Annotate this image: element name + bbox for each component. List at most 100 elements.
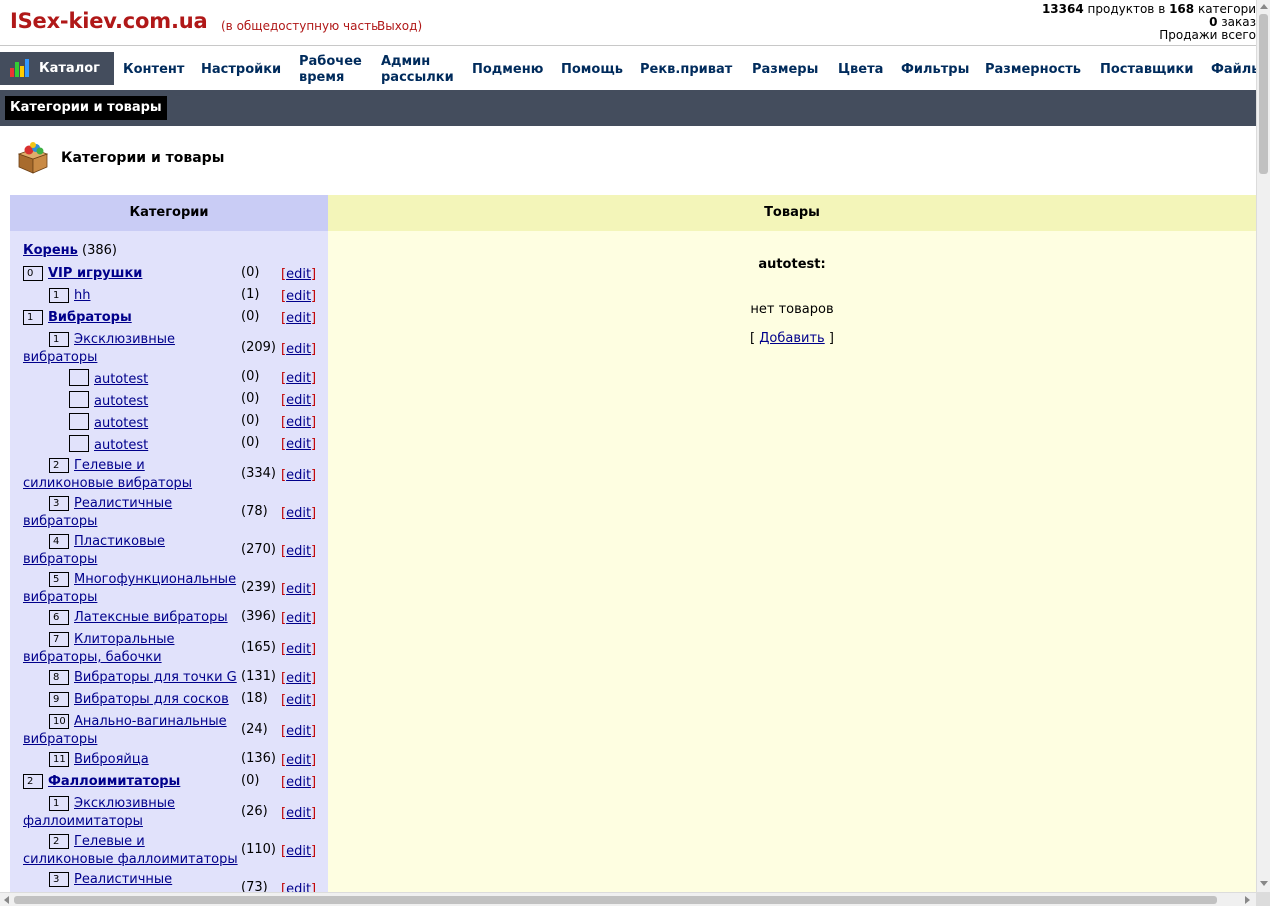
category-edit-link[interactable]: edit (286, 289, 311, 304)
category-link[interactable]: Фаллоимитаторы (48, 774, 180, 789)
category-count: (0) (241, 435, 260, 450)
category-edit-link[interactable]: edit (286, 415, 311, 430)
category-order-box[interactable]: 2 (23, 774, 43, 789)
vertical-scrollbar[interactable] (1256, 0, 1270, 892)
category-link[interactable]: autotest (94, 416, 148, 431)
tab-categories-and-products[interactable]: Категории и товары (5, 96, 167, 120)
category-order-box[interactable]: 2 (49, 458, 69, 473)
category-name-cell: autotest (23, 369, 239, 389)
menu-item-settings[interactable]: Настройки (201, 53, 281, 87)
category-edit-link[interactable]: edit (286, 724, 311, 739)
menu-item-work-time[interactable]: Рабочее время (299, 53, 371, 87)
menu-item-catalog[interactable]: Каталог (0, 52, 114, 85)
category-order-box[interactable]: 4 (49, 534, 69, 549)
category-link[interactable]: Клиторальные вибраторы, бабочки (23, 632, 174, 665)
menu-item-dimension[interactable]: Размерность (985, 53, 1081, 87)
category-link[interactable]: Вибраторы для точки G (74, 670, 237, 685)
category-edit-link[interactable]: edit (286, 437, 311, 452)
menu-item-privat-details[interactable]: Рекв.приват (640, 53, 732, 87)
category-link[interactable]: Реалистичные (74, 872, 172, 887)
category-edit-link[interactable]: edit (286, 267, 311, 282)
category-order-box[interactable]: 7 (49, 632, 69, 647)
category-order-box[interactable] (69, 369, 89, 386)
categories-count: 168 (1169, 3, 1195, 16)
category-link[interactable]: autotest (94, 438, 148, 453)
add-product-link[interactable]: Добавить (759, 331, 824, 346)
category-count: (0) (241, 391, 260, 406)
category-order-box[interactable]: 1 (23, 310, 43, 325)
category-edit-link[interactable]: edit (286, 671, 311, 686)
menu-item-files[interactable]: Файлы (1211, 53, 1256, 87)
category-link[interactable]: autotest (94, 394, 148, 409)
category-link[interactable]: Реалистичные вибраторы (23, 496, 172, 529)
category-order-box[interactable]: 10 (49, 714, 69, 729)
menu-item-help[interactable]: Помощь (561, 53, 623, 87)
category-edit-link[interactable]: edit (286, 611, 311, 626)
category-order-box[interactable]: 9 (49, 692, 69, 707)
category-edit-link[interactable]: edit (286, 371, 311, 386)
category-link[interactable]: Вибраторы (48, 310, 132, 325)
category-link[interactable]: Латексные вибраторы (74, 610, 228, 625)
category-name-cell: 8 Вибраторы для точки G (23, 669, 239, 687)
category-link[interactable]: hh (74, 288, 90, 303)
category-edit-link[interactable]: edit (286, 393, 311, 408)
category-row: 6 Латексные вибраторы (396) [edit] (23, 609, 323, 627)
scroll-left-arrow-icon[interactable] (4, 896, 9, 904)
category-order-box[interactable]: 3 (49, 872, 69, 887)
category-link[interactable]: Эксклюзивные фаллоимитаторы (23, 796, 175, 829)
category-order-box[interactable]: 6 (49, 610, 69, 625)
logout-link[interactable]: Выход) (377, 19, 422, 33)
public-site-link[interactable]: (в общедоступную часть (221, 19, 378, 33)
category-edit-link[interactable]: edit (286, 882, 311, 892)
menu-item-submenu[interactable]: Подменю (472, 53, 543, 87)
menu-item-filters[interactable]: Фильтры (901, 53, 969, 87)
category-link[interactable]: Виброяйца (74, 752, 149, 767)
category-edit-link[interactable]: edit (286, 642, 311, 657)
category-link[interactable]: Эксклюзивные вибраторы (23, 332, 175, 365)
category-order-box[interactable]: 1 (49, 796, 69, 811)
category-name-cell: 3 Реалистичные вибраторы (23, 495, 239, 531)
add-bracket-open: [ (750, 331, 760, 346)
category-order-box[interactable]: 0 (23, 266, 43, 281)
menu-item-sizes[interactable]: Размеры (752, 53, 818, 87)
category-edit-link[interactable]: edit (286, 806, 311, 821)
category-edit-link[interactable]: edit (286, 753, 311, 768)
category-order-box[interactable]: 1 (49, 332, 69, 347)
vertical-scroll-thumb[interactable] (1259, 14, 1268, 174)
category-order-box[interactable]: 5 (49, 572, 69, 587)
category-order-box[interactable]: 11 (49, 752, 69, 767)
category-edit-link[interactable]: edit (286, 582, 311, 597)
scroll-up-arrow-icon[interactable] (1260, 4, 1268, 9)
category-edit-link[interactable]: edit (286, 311, 311, 326)
category-edit-link[interactable]: edit (286, 693, 311, 708)
category-order-box[interactable] (69, 391, 89, 408)
category-link[interactable]: Пластиковые вибраторы (23, 534, 165, 567)
site-title-link[interactable]: ISex-kiev.com.ua (10, 9, 208, 33)
menu-item-content[interactable]: Контент (123, 53, 184, 87)
category-order-box[interactable]: 2 (49, 834, 69, 849)
category-edit-link[interactable]: edit (286, 506, 311, 521)
scroll-right-arrow-icon[interactable] (1245, 896, 1250, 904)
category-link[interactable]: VIP игрушки (48, 266, 142, 281)
category-count: (110) (241, 842, 276, 857)
category-link[interactable]: autotest (94, 372, 148, 387)
category-link[interactable]: Вибраторы для сосков (74, 692, 229, 707)
category-edit-link[interactable]: edit (286, 342, 311, 357)
horizontal-scroll-thumb[interactable] (14, 896, 1217, 904)
category-order-box[interactable]: 1 (49, 288, 69, 303)
scroll-down-arrow-icon[interactable] (1260, 881, 1268, 886)
category-root-link[interactable]: Корень (23, 243, 78, 258)
category-edit-link[interactable]: edit (286, 544, 311, 559)
category-edit-link[interactable]: edit (286, 468, 311, 483)
category-order-box[interactable] (69, 413, 89, 430)
category-order-box[interactable]: 8 (49, 670, 69, 685)
category-order-box[interactable] (69, 435, 89, 452)
menu-item-colors[interactable]: Цвета (838, 53, 883, 87)
menu-item-suppliers[interactable]: Поставщики (1100, 53, 1193, 87)
menu-item-admin-mailing[interactable]: Админ рассылки (381, 53, 461, 87)
horizontal-scrollbar[interactable] (0, 892, 1256, 906)
category-edit-link[interactable]: edit (286, 844, 311, 859)
category-name-cell: 10 Анально-вагинальные вибраторы (23, 713, 239, 749)
category-edit-link[interactable]: edit (286, 775, 311, 790)
category-order-box[interactable]: 3 (49, 496, 69, 511)
